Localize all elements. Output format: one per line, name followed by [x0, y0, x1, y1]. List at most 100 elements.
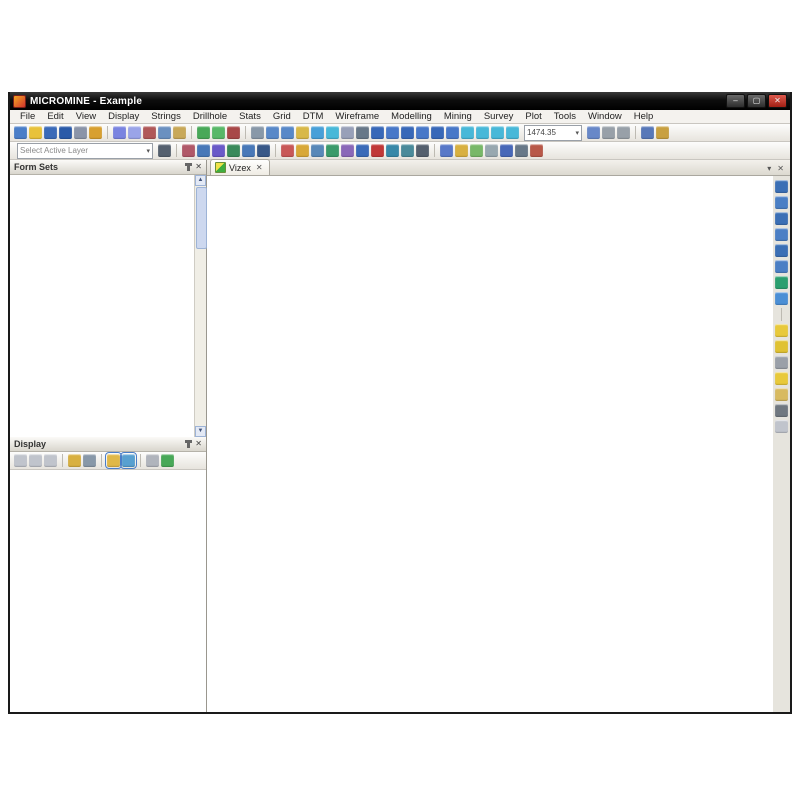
pan-view-icon[interactable]	[775, 244, 788, 257]
menu-item-edit[interactable]: Edit	[41, 110, 69, 124]
copy-icon[interactable]	[158, 126, 171, 139]
refresh-icon[interactable]	[212, 126, 225, 139]
delete-string-icon[interactable]	[371, 144, 384, 157]
view-3d-icon[interactable]	[587, 126, 600, 139]
tab-list-dropdown-icon[interactable]: ▾	[767, 164, 771, 173]
new-string-icon[interactable]	[212, 144, 225, 157]
rotate-string-icon[interactable]	[296, 144, 309, 157]
scroll-down-icon[interactable]: ▼	[195, 426, 206, 437]
draw-string-icon[interactable]	[182, 144, 195, 157]
close-view-icon[interactable]: ✕	[777, 164, 784, 173]
export-icon[interactable]	[89, 126, 102, 139]
pick-layer-icon[interactable]	[83, 454, 96, 467]
maximize-button[interactable]: ▢	[747, 94, 766, 108]
zoom-box-icon[interactable]	[775, 196, 788, 209]
pause-icon[interactable]	[485, 144, 498, 157]
menu-item-survey[interactable]: Survey	[478, 110, 520, 124]
menu-item-display[interactable]: Display	[102, 110, 145, 124]
move-up-icon[interactable]	[44, 454, 57, 467]
section-view-icon[interactable]	[386, 126, 399, 139]
menu-item-plot[interactable]: Plot	[519, 110, 547, 124]
menu-item-stats[interactable]: Stats	[233, 110, 267, 124]
settings-icon[interactable]	[515, 144, 528, 157]
tab-close-icon[interactable]: ✕	[256, 163, 263, 172]
vizex-viewport[interactable]	[207, 176, 777, 712]
iso-view-icon[interactable]	[446, 126, 459, 139]
close-button[interactable]: ✕	[768, 94, 787, 108]
rotate-right-icon[interactable]	[506, 126, 519, 139]
plan-view-icon[interactable]	[371, 126, 384, 139]
light-5-icon[interactable]	[775, 404, 788, 417]
new-form-icon[interactable]	[14, 126, 27, 139]
menu-item-help[interactable]: Help	[628, 110, 660, 124]
refresh-display-icon[interactable]	[500, 144, 513, 157]
scroll-up-icon[interactable]: ▲	[195, 175, 206, 186]
new-layer-icon[interactable]	[122, 454, 135, 467]
spin-view-icon[interactable]	[775, 276, 788, 289]
rotate-left-icon[interactable]	[491, 126, 504, 139]
print-icon[interactable]	[74, 126, 87, 139]
smooth-icon[interactable]	[326, 144, 339, 157]
north-view-icon[interactable]	[401, 126, 414, 139]
scene-svg[interactable]	[207, 176, 777, 712]
save-icon[interactable]	[44, 126, 57, 139]
menu-item-dtm[interactable]: DTM	[297, 110, 330, 124]
pin-icon[interactable]	[187, 163, 190, 171]
pin-icon[interactable]	[187, 440, 190, 448]
scale-combo[interactable]: 1474.35▾	[524, 125, 582, 141]
menu-item-mining[interactable]: Mining	[438, 110, 478, 124]
open-icon[interactable]	[29, 126, 42, 139]
move-point-icon[interactable]	[257, 144, 270, 157]
light-off-icon[interactable]	[775, 420, 788, 433]
redo-icon[interactable]	[128, 126, 141, 139]
maximize-view-icon[interactable]	[775, 180, 788, 193]
vizex-display-icon[interactable]	[197, 126, 210, 139]
rotate-up-icon[interactable]	[461, 126, 474, 139]
light-2-icon[interactable]	[775, 356, 788, 369]
delete-icon[interactable]	[227, 126, 240, 139]
edit-polyline-icon[interactable]	[227, 144, 240, 157]
close-icon[interactable]: ✕	[195, 440, 202, 448]
snap-toggle-icon[interactable]	[386, 144, 399, 157]
form-set-item-display-limits[interactable]	[10, 177, 196, 187]
annotate-icon[interactable]	[341, 144, 354, 157]
paste-icon[interactable]	[173, 126, 186, 139]
pan-icon[interactable]	[296, 126, 309, 139]
expand-all-icon[interactable]	[14, 454, 27, 467]
select-string-icon[interactable]	[242, 144, 255, 157]
load-form-set-icon[interactable]	[107, 454, 120, 467]
close-icon[interactable]: ✕	[195, 163, 202, 171]
menu-item-wireframe[interactable]: Wireframe	[329, 110, 385, 124]
menu-item-file[interactable]: File	[14, 110, 41, 124]
active-layer-combo[interactable]: Select Active Layer ▾	[17, 143, 153, 159]
mirror-icon[interactable]	[311, 144, 324, 157]
capture-icon[interactable]	[641, 126, 654, 139]
light-1-icon[interactable]	[775, 340, 788, 353]
zoom-in-icon[interactable]	[266, 126, 279, 139]
menu-item-drillhole[interactable]: Drillhole	[187, 110, 233, 124]
run-script-icon[interactable]	[440, 144, 453, 157]
minimize-button[interactable]: –	[726, 94, 745, 108]
rotate-view-icon[interactable]	[775, 260, 788, 273]
menu-item-strings[interactable]: Strings	[145, 110, 187, 124]
east-view-icon[interactable]	[416, 126, 429, 139]
save-form-set-icon[interactable]	[68, 454, 81, 467]
properties-icon[interactable]	[416, 144, 429, 157]
title-bar[interactable]: MICROMINE - Example –▢✕	[10, 92, 790, 110]
forward-icon[interactable]	[617, 126, 630, 139]
rotate-icon[interactable]	[326, 126, 339, 139]
menu-item-grid[interactable]: Grid	[267, 110, 297, 124]
west-view-icon[interactable]	[431, 126, 444, 139]
macro-icon[interactable]	[455, 144, 468, 157]
measure-3d-icon[interactable]	[775, 292, 788, 305]
save-all-icon[interactable]	[59, 126, 72, 139]
cut-icon[interactable]	[143, 126, 156, 139]
layout-icon[interactable]	[656, 126, 669, 139]
filter-icon[interactable]	[401, 144, 414, 157]
light-3-icon[interactable]	[775, 372, 788, 385]
tab-vizex[interactable]: Vizex ✕	[210, 159, 270, 175]
home-view-icon[interactable]	[356, 126, 369, 139]
select-icon[interactable]	[251, 126, 264, 139]
fit-view-icon[interactable]	[311, 126, 324, 139]
menu-item-modelling[interactable]: Modelling	[385, 110, 438, 124]
